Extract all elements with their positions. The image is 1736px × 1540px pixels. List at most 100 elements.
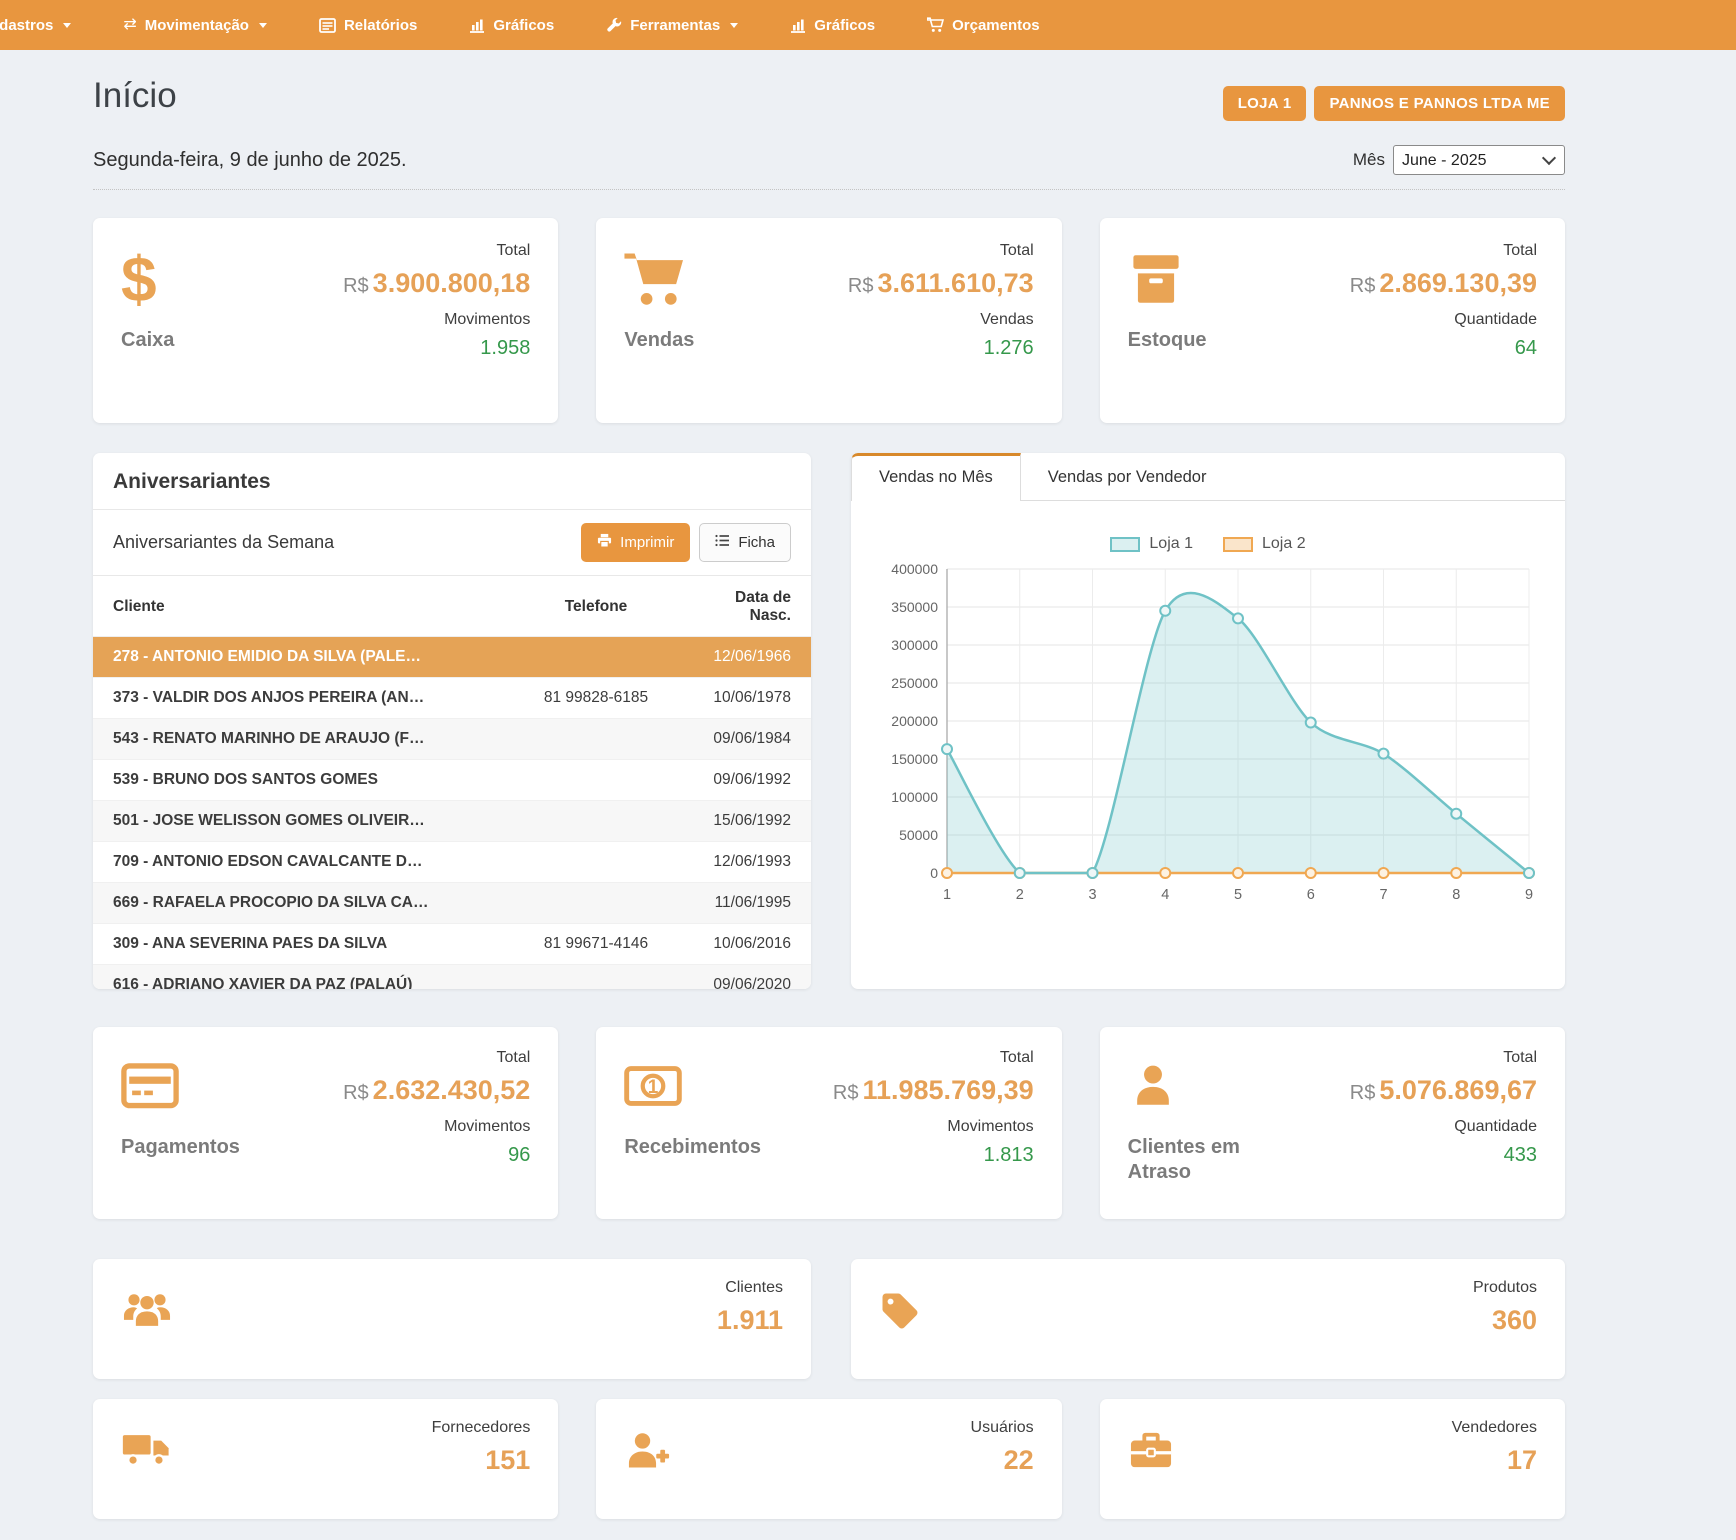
mini-label: Fornecedores [432,1419,531,1437]
bar-chart-icon [790,18,806,33]
card-label: Clientes em Atraso [1128,1135,1278,1185]
svg-text:9: 9 [1525,887,1533,903]
legend-swatch [1110,537,1140,552]
card-label: Caixa [121,328,174,353]
count-value: 96 [508,1144,530,1167]
store-badge: LOJA 1 [1223,86,1307,121]
svg-text:400000: 400000 [891,561,938,577]
page-title: Início [93,76,177,116]
tab-vendas-no-mes[interactable]: Vendas no Mês [851,453,1021,501]
count-value: 1.276 [984,337,1034,360]
tag-icon [879,1289,921,1359]
nav-item-ferramentas[interactable]: Ferramentas [580,0,764,50]
nav-item-orcamentos[interactable]: Orçamentos [901,0,1066,50]
svg-text:200000: 200000 [891,713,938,729]
tab-vendas-por-vendedor[interactable]: Vendas por Vendedor [1021,453,1234,500]
nav-item-cadastros[interactable]: Cadastros [0,0,97,50]
sales-area-chart: 0500001000001500002000002500003000003500… [869,557,1545,917]
credit-card-icon [121,1049,240,1123]
briefcase-icon [1128,1429,1174,1499]
total-value: R$2.632.430,52 [343,1075,530,1106]
svg-text:8: 8 [1452,887,1460,903]
person-icon [1128,1049,1278,1123]
card-label: Vendas [624,328,694,353]
caret-down-icon [730,23,738,28]
table-row[interactable]: 543 - RENATO MARINHO DE ARAUJO (F… 09/06… [93,719,811,760]
header-divider [93,189,1565,190]
table-row[interactable]: 709 - ANTONIO EDSON CAVALCANTE D… 12/06/… [93,842,811,883]
mini-label: Usuários [971,1419,1034,1437]
svg-text:0: 0 [930,865,938,881]
table-row[interactable]: 539 - BRUNO DOS SANTOS GOMES 09/06/1992 [93,760,811,801]
count-label: Movimentos [444,1118,530,1136]
chart-tabs: Vendas no Mês Vendas por Vendedor [851,453,1565,501]
count-value: 64 [1515,337,1537,360]
pagamentos-card: Pagamentos Total R$2.632.430,52 Moviment… [93,1027,558,1219]
total-value: R$5.076.869,67 [1350,1075,1537,1106]
mini-value: 360 [1492,1305,1537,1336]
usuarios-card: Usuários 22 [596,1399,1061,1519]
caixa-card: $ Caixa Total R$3.900.800,18 Movimentos … [93,218,558,423]
nav-item-label: Gráficos [814,17,875,34]
svg-text:4: 4 [1161,887,1169,903]
report-list-icon [319,18,336,33]
chart-legend: Loja 1 Loja 2 [869,535,1547,553]
table-row[interactable]: 373 - VALDIR DOS ANJOS PEREIRA (AN… 81 9… [93,678,811,719]
table-row[interactable]: 278 - ANTONIO EMIDIO DA SILVA (PALE… 12/… [93,637,811,678]
wrench-icon [606,17,622,33]
table-row[interactable]: 501 - JOSE WELISSON GOMES OLIVEIR… 15/06… [93,801,811,842]
aniversariantes-panel: Aniversariantes Aniversariantes da Seman… [93,453,811,989]
svg-text:300000: 300000 [891,637,938,653]
ficha-button[interactable]: Ficha [699,523,791,562]
table-row[interactable]: 616 - ADRIANO XAVIER DA PAZ (PALAÚ) 09/0… [93,965,811,990]
aniversariantes-title: Aniversariantes [93,453,811,510]
svg-text:5: 5 [1234,887,1242,903]
svg-text:6: 6 [1307,887,1315,903]
nav-item-label: Relatórios [344,17,417,34]
estoque-card: Estoque Total R$2.869.130,39 Quantidade … [1100,218,1565,423]
caret-down-icon [259,23,267,28]
total-label: Total [1503,242,1537,260]
mini-label: Produtos [1473,1279,1537,1297]
count-label: Vendas [980,311,1033,329]
shopping-cart-icon [624,242,694,316]
banknote-icon: 1 [624,1049,761,1123]
count-value: 1.813 [984,1144,1034,1167]
svg-text:50000: 50000 [899,827,938,843]
svg-text:1: 1 [648,1077,659,1098]
table-row[interactable]: 309 - ANA SEVERINA PAES DA SILVA 81 9967… [93,924,811,965]
count-label: Movimentos [444,311,530,329]
nav-item-label: Movimentação [145,17,249,34]
clientes-card: Clientes 1.911 [93,1259,811,1379]
month-select[interactable]: June - 2025 [1393,145,1565,175]
total-value: R$2.869.130,39 [1350,268,1537,299]
month-label: Mês [1353,150,1385,170]
nav-item-graficos-2[interactable]: Gráficos [764,0,901,50]
legend-item-loja1: Loja 1 [1110,535,1193,553]
exchange-arrows-icon: ⇄ [123,17,136,33]
nav-item-graficos-1[interactable]: Gráficos [443,0,580,50]
user-plus-icon [624,1429,672,1499]
card-label: Estoque [1128,328,1207,353]
total-value: R$3.611.610,73 [848,268,1034,299]
svg-text:3: 3 [1088,887,1096,903]
page-date: Segunda-feira, 9 de junho de 2025. [93,149,407,172]
company-badge: PANNOS E PANNOS LTDA ME [1314,86,1565,121]
legend-swatch [1223,537,1253,552]
col-header-telefone: Telefone [516,576,676,637]
nav-item-label: Cadastros [0,17,53,34]
card-label: Recebimentos [624,1135,761,1160]
recebimentos-card: 1 Recebimentos Total R$11.985.769,39 Mov… [596,1027,1061,1219]
truck-icon [121,1429,171,1499]
table-row[interactable]: 669 - RAFAELA PROCOPIO DA SILVA CA… 11/0… [93,883,811,924]
svg-text:7: 7 [1379,887,1387,903]
imprimir-button[interactable]: Imprimir [581,523,690,562]
count-label: Quantidade [1454,1118,1537,1136]
mini-value: 1.911 [717,1305,783,1336]
page-header: Início LOJA 1 PANNOS E PANNOS LTDA ME Se… [93,50,1565,190]
vendedores-card: Vendedores 17 [1100,1399,1565,1519]
aniversariantes-table: Cliente Telefone Data de Nasc. 278 - ANT… [93,576,811,989]
nav-item-movimentacao[interactable]: ⇄ Movimentação [97,0,293,50]
nav-item-relatorios[interactable]: Relatórios [293,0,443,50]
legend-item-loja2: Loja 2 [1223,535,1306,553]
